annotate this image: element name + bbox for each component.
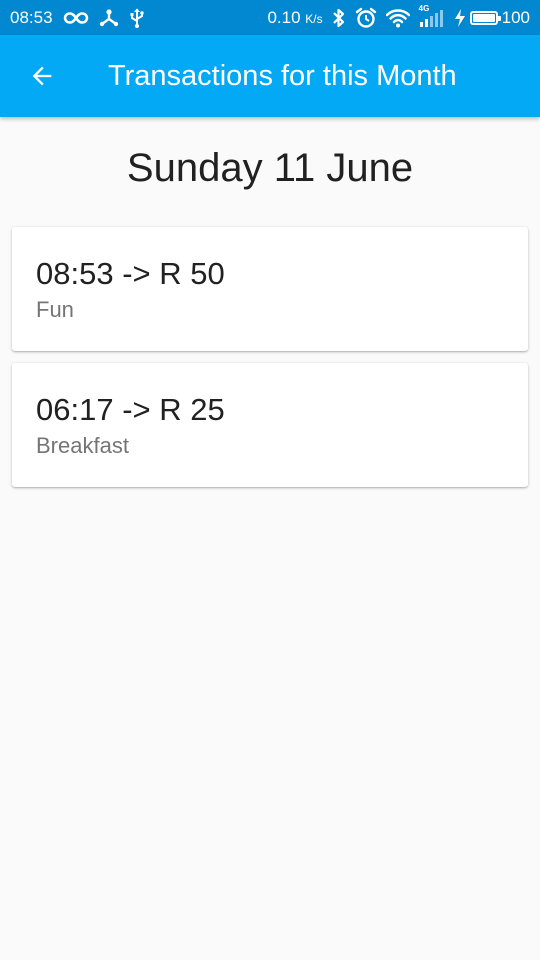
date-heading: Sunday 11 June (126, 146, 414, 190)
network-speed: 0.10 K/s (267, 8, 322, 28)
usb-icon (129, 8, 145, 28)
alarm-icon (355, 7, 377, 28)
battery-fill (472, 13, 495, 22)
status-bar: 08:53 0.10 K/s 4G 100 (0, 0, 540, 35)
transaction-list: 08:53 -> R 50 Fun 06:17 -> R 25 Breakfas… (12, 227, 528, 499)
transaction-amount: 06:17 -> R 25 (36, 392, 225, 427)
transaction-amount: 08:53 -> R 50 (36, 256, 225, 291)
status-right: 0.10 K/s 4G 100 (267, 4, 530, 28)
arrow-back-icon (28, 62, 56, 90)
wifi-icon (385, 8, 410, 28)
battery-indicator: 100 (454, 8, 530, 28)
bluetooth-icon (332, 8, 346, 28)
signal-icon: 4G (419, 4, 445, 28)
infinity-icon (63, 8, 89, 28)
usb-tree-icon (99, 8, 119, 28)
page-title: Transactions for this Month (108, 59, 457, 92)
status-left: 08:53 (10, 8, 145, 28)
battery-level: 100 (501, 7, 530, 27)
transaction-card[interactable]: 08:53 -> R 50 Fun (12, 227, 528, 351)
back-button[interactable] (14, 48, 70, 104)
transaction-category: Fun (36, 297, 74, 322)
charging-bolt-icon (454, 8, 466, 28)
network-type-label: 4G (418, 3, 430, 13)
app-bar: Transactions for this Month (0, 35, 540, 117)
network-speed-value: 0.10 (267, 7, 301, 27)
network-speed-unit: K/s (305, 11, 323, 26)
status-time: 08:53 (10, 7, 53, 27)
battery-tip (497, 15, 501, 21)
transaction-card[interactable]: 06:17 -> R 25 Breakfast (12, 363, 528, 487)
battery-icon (469, 10, 501, 25)
transaction-category: Breakfast (36, 433, 129, 458)
